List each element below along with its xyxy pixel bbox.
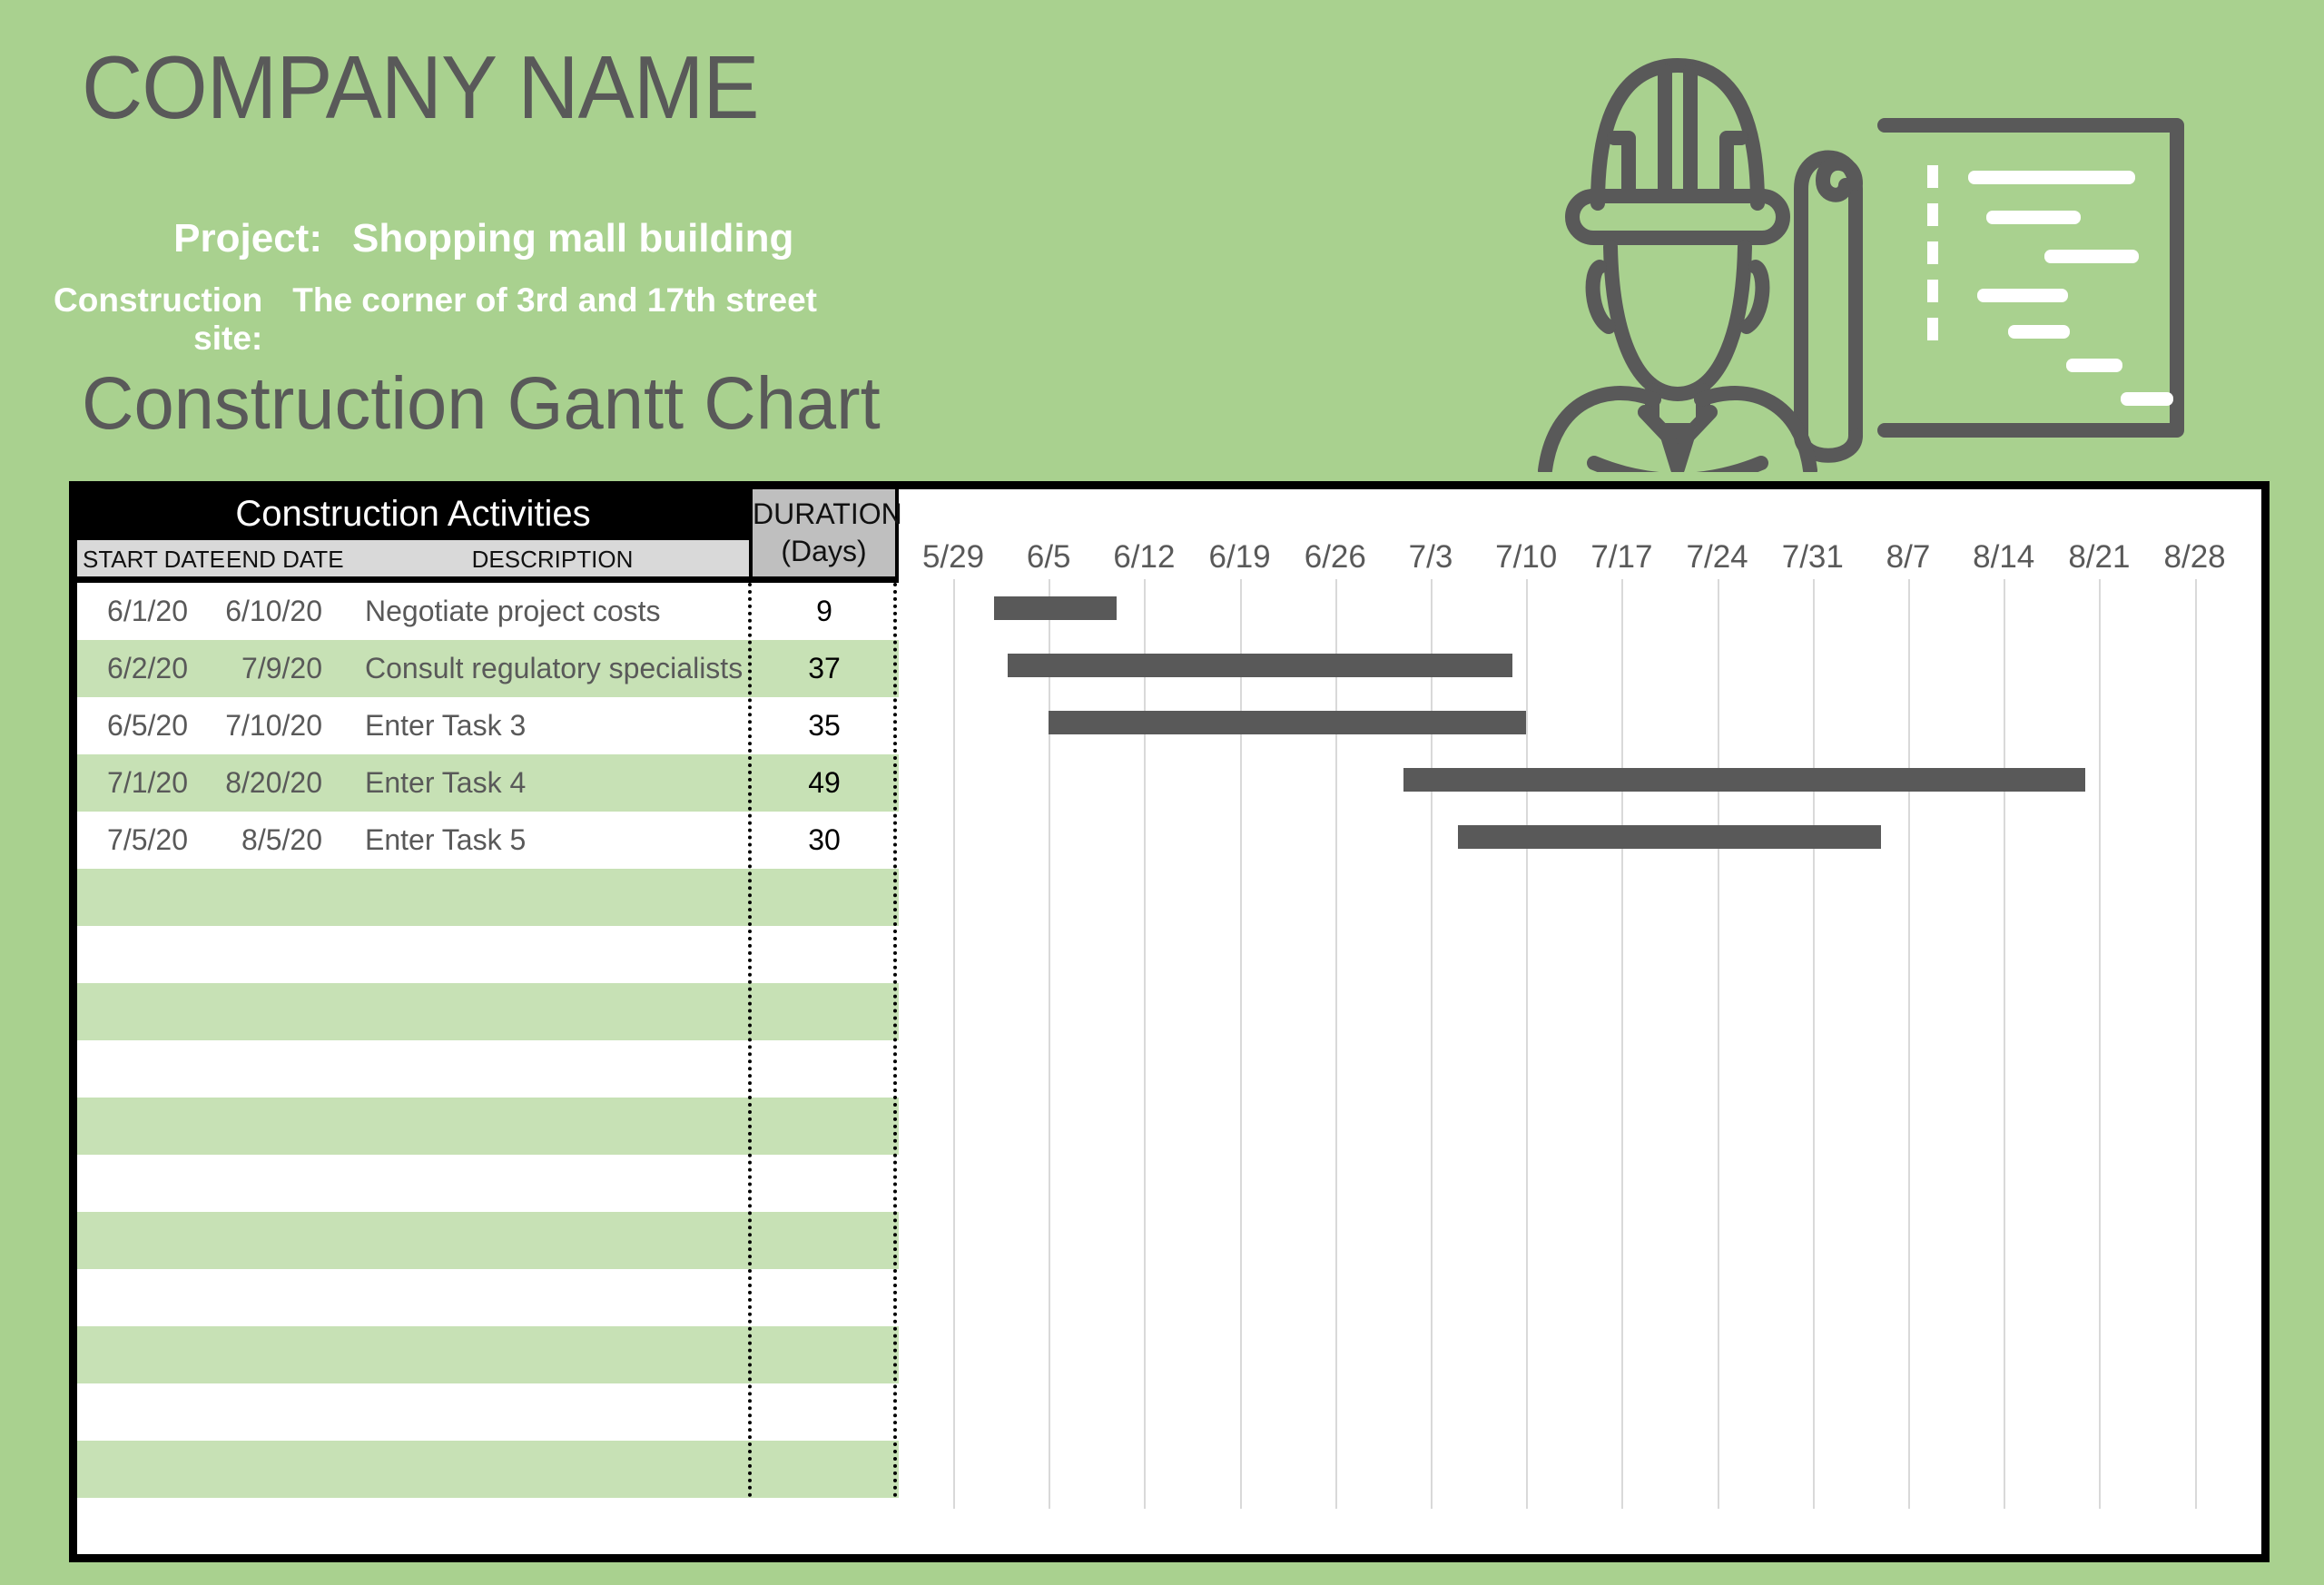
empty-row[interactable] (77, 1040, 899, 1098)
spreadsheet-page: COMPANY NAME Project: Shopping mall buil… (0, 0, 2324, 1585)
axis-tick-label: 7/3 (1381, 539, 1481, 576)
project-line: Project: Shopping mall building (0, 216, 817, 261)
cell-end[interactable]: 8/20/20 (210, 766, 355, 800)
gridline (953, 579, 955, 1509)
project-label: Project: (0, 216, 322, 261)
gantt-bar (1008, 654, 1512, 677)
task-table-rows: 6/1/206/10/20Negotiate project costs96/2… (77, 583, 899, 1498)
axis-tick-label: 6/5 (999, 539, 1098, 576)
column-header-duration: DURATION (Days) (749, 489, 899, 583)
hard-hat-brim (1572, 196, 1783, 238)
table-subheader: START DATE END DATE DESCRIPTION (77, 540, 749, 576)
engineer-blueprint-icon (1518, 38, 2197, 472)
axis-tick-label: 7/17 (1571, 539, 1671, 576)
task-row[interactable]: 7/1/208/20/20Enter Task 449 (77, 754, 899, 812)
axis-tick-label: 6/26 (1285, 539, 1385, 576)
blueprint-gantt-marks (1933, 165, 2173, 406)
cell-start[interactable]: 6/1/20 (77, 595, 210, 628)
task-row[interactable]: 6/2/207/9/20Consult regulatory specialis… (77, 640, 899, 697)
construction-site-label: Construction site: (0, 281, 262, 358)
gridline (1718, 579, 1719, 1509)
cell-end[interactable]: 7/10/20 (210, 709, 355, 743)
cell-dur[interactable]: 49 (750, 766, 899, 800)
empty-row[interactable] (77, 926, 899, 983)
gridline (1526, 579, 1528, 1509)
axis-tick-label: 8/14 (1954, 539, 2053, 576)
scroll-curl (1823, 163, 1856, 195)
gridline (1621, 579, 1623, 1509)
column-header-start-date: START DATE (83, 546, 225, 574)
axis-tick-label: 6/19 (1190, 539, 1290, 576)
gridline (1813, 579, 1815, 1509)
cell-end[interactable]: 8/5/20 (210, 823, 355, 857)
cell-end[interactable]: 7/9/20 (210, 652, 355, 685)
cell-dur[interactable]: 37 (750, 652, 899, 685)
cell-end[interactable]: 6/10/20 (210, 595, 355, 628)
gantt-bar (1049, 711, 1526, 734)
cell-desc[interactable]: Enter Task 4 (355, 766, 750, 800)
page-title: Construction Gantt Chart (82, 361, 881, 447)
task-row[interactable]: 6/5/207/10/20Enter Task 335 (77, 697, 899, 754)
cell-desc[interactable]: Negotiate project costs (355, 595, 750, 628)
gantt-bar (994, 596, 1117, 620)
empty-row[interactable] (77, 1269, 899, 1326)
construction-site-value[interactable]: The corner of 3rd and 17th street (292, 281, 817, 358)
cell-desc[interactable]: Enter Task 5 (355, 823, 750, 857)
axis-tick-label: 6/12 (1094, 539, 1194, 576)
duration-column-right-border (893, 583, 897, 1498)
column-header-description: DESCRIPTION (355, 546, 750, 574)
construction-site-line: Construction site: The corner of 3rd and… (0, 281, 817, 358)
empty-row[interactable] (77, 1098, 899, 1155)
empty-row[interactable] (77, 1212, 899, 1269)
axis-tick-label: 8/21 (2049, 539, 2149, 576)
header-divider (77, 576, 899, 583)
cell-start[interactable]: 7/1/20 (77, 766, 210, 800)
cell-start[interactable]: 7/5/20 (77, 823, 210, 857)
empty-row[interactable] (77, 1155, 899, 1212)
cell-dur[interactable]: 35 (750, 709, 899, 743)
gantt-chart-frame: Construction Activities START DATE END D… (69, 481, 2270, 1562)
gantt-bar (1458, 825, 1881, 849)
empty-row[interactable] (77, 869, 899, 926)
cell-desc[interactable]: Enter Task 3 (355, 709, 750, 743)
cell-dur[interactable]: 30 (750, 823, 899, 857)
empty-row[interactable] (77, 1383, 899, 1441)
duration-column-left-border (748, 583, 752, 1498)
axis-tick-label: 7/10 (1476, 539, 1576, 576)
tie (1666, 430, 1689, 468)
company-name: COMPANY NAME (82, 36, 759, 139)
table-title: Construction Activities (77, 489, 749, 540)
axis-tick-label: 8/7 (1858, 539, 1958, 576)
gridline (2004, 579, 2005, 1509)
empty-row[interactable] (77, 1326, 899, 1383)
empty-row[interactable] (77, 983, 899, 1040)
cell-start[interactable]: 6/2/20 (77, 652, 210, 685)
cell-start[interactable]: 6/5/20 (77, 709, 210, 743)
cell-desc[interactable]: Consult regulatory specialists (355, 652, 750, 685)
gridline (2099, 579, 2101, 1509)
gridline (2195, 579, 2197, 1509)
axis-tick-label: 7/31 (1763, 539, 1863, 576)
axis-tick-label: 8/28 (2145, 539, 2245, 576)
task-row[interactable]: 7/5/208/5/20Enter Task 530 (77, 812, 899, 869)
task-row[interactable]: 6/1/206/10/20Negotiate project costs9 (77, 583, 899, 640)
empty-row[interactable] (77, 1441, 899, 1498)
face (1610, 247, 1745, 394)
axis-tick-label: 7/24 (1668, 539, 1768, 576)
gantt-bar (1403, 768, 2085, 792)
project-value[interactable]: Shopping mall building (352, 216, 793, 261)
cell-dur[interactable]: 9 (750, 595, 899, 628)
axis-tick-label: 5/29 (903, 539, 1003, 576)
column-header-end-date: END DATE (226, 546, 344, 574)
gridline (1908, 579, 1910, 1509)
